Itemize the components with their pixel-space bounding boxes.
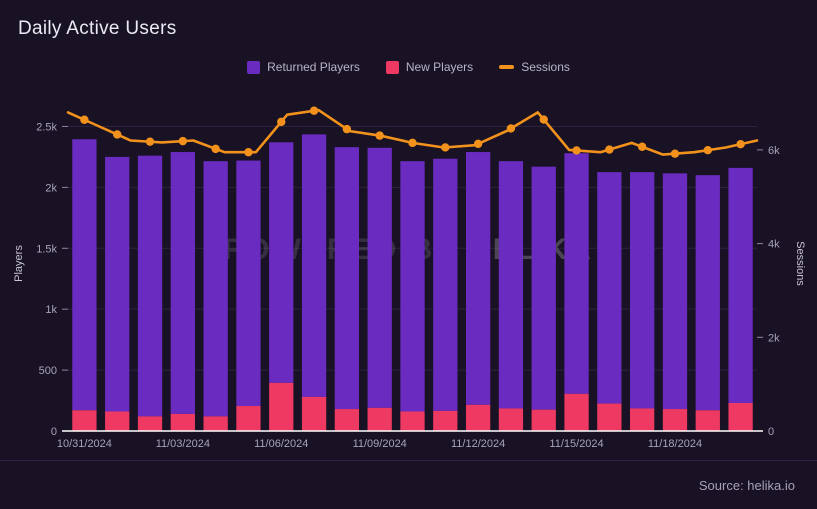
bar-returned-players[interactable] [597, 172, 622, 404]
bar-new-players[interactable] [433, 410, 458, 431]
sessions-point[interactable] [113, 130, 122, 139]
bar-returned-players[interactable] [728, 167, 753, 403]
bar-new-players[interactable] [498, 408, 524, 431]
sessions-point[interactable] [703, 146, 712, 155]
sessions-point[interactable] [473, 139, 483, 149]
bar-returned-players[interactable] [465, 152, 491, 405]
svg-text:0: 0 [768, 426, 774, 438]
sessions-point[interactable] [309, 106, 319, 115]
chart-card: Daily Active Users Returned Players New … [0, 0, 817, 509]
bar-returned-players[interactable] [137, 155, 163, 417]
bar-returned-players[interactable] [498, 161, 524, 409]
svg-text:500: 500 [39, 365, 57, 377]
bar-new-players[interactable] [564, 393, 589, 431]
bar-returned-players[interactable] [203, 161, 228, 417]
sessions-point[interactable] [342, 124, 352, 134]
bar-returned-players[interactable] [367, 147, 392, 408]
svg-text:1.5k: 1.5k [36, 243, 57, 255]
sessions-point[interactable] [637, 142, 647, 151]
bar-returned-players[interactable] [433, 158, 458, 411]
svg-text:11/06/2024: 11/06/2024 [254, 438, 308, 450]
bar-new-players[interactable] [695, 410, 720, 431]
svg-text:2k: 2k [768, 332, 780, 344]
svg-text:11/15/2024: 11/15/2024 [549, 438, 603, 450]
sessions-point[interactable] [277, 117, 286, 127]
bar-new-players[interactable] [72, 410, 97, 431]
bar-new-players[interactable] [301, 396, 327, 431]
bar-new-players[interactable] [630, 408, 655, 431]
bar-new-players[interactable] [367, 407, 392, 431]
bar-returned-players[interactable] [170, 152, 195, 414]
bar-returned-players[interactable] [564, 153, 589, 394]
bar-new-players[interactable] [170, 413, 195, 431]
bar-new-players[interactable] [203, 416, 228, 431]
bar-new-players[interactable] [531, 409, 556, 431]
sessions-point[interactable] [539, 115, 548, 124]
sessions-point[interactable] [408, 138, 417, 148]
bar-returned-players[interactable] [269, 142, 294, 383]
svg-text:11/03/2024: 11/03/2024 [156, 438, 210, 450]
bar-new-players[interactable] [597, 403, 622, 431]
sessions-point[interactable] [736, 139, 745, 149]
svg-text:6k: 6k [768, 145, 780, 157]
sessions-point[interactable] [441, 143, 450, 152]
svg-text:1k: 1k [45, 304, 57, 316]
bar-returned-players[interactable] [236, 160, 261, 407]
bar-returned-players[interactable] [531, 166, 556, 410]
bar-new-players[interactable] [334, 409, 360, 431]
bar-new-players[interactable] [137, 416, 163, 431]
svg-text:Players: Players [13, 245, 25, 282]
bar-returned-players[interactable] [400, 161, 425, 412]
sessions-point[interactable] [244, 148, 253, 157]
bar-returned-players[interactable] [301, 134, 327, 397]
bar-new-players[interactable] [400, 411, 425, 431]
sessions-point[interactable] [572, 146, 581, 155]
svg-text:11/18/2024: 11/18/2024 [648, 438, 702, 450]
sessions-point[interactable] [670, 149, 680, 158]
bar-new-players[interactable] [662, 409, 688, 431]
bar-returned-players[interactable] [630, 172, 655, 409]
sessions-point[interactable] [145, 137, 155, 146]
plot-area: POWERED BY HELIKA 05001k1.5k2k2.5k02k4k6… [0, 0, 817, 509]
svg-text:Sessions: Sessions [794, 241, 806, 286]
svg-text:10/31/2024: 10/31/2024 [57, 438, 112, 450]
sessions-point[interactable] [211, 144, 220, 154]
sessions-line [66, 108, 759, 156]
svg-text:4k: 4k [768, 239, 780, 251]
sessions-point[interactable] [178, 136, 188, 146]
sessions-point[interactable] [80, 115, 89, 124]
source-label: Source: helika.io [698, 478, 795, 493]
bar-returned-players[interactable] [695, 175, 720, 411]
bar-new-players[interactable] [236, 406, 261, 431]
bar-returned-players[interactable] [662, 173, 688, 410]
bar-returned-players[interactable] [105, 156, 130, 412]
svg-text:11/12/2024: 11/12/2024 [451, 438, 505, 450]
bar-returned-players[interactable] [72, 139, 97, 411]
bar-new-players[interactable] [269, 382, 294, 431]
footer-divider [0, 460, 817, 461]
bar-new-players[interactable] [728, 402, 753, 431]
bar-new-players[interactable] [465, 404, 491, 431]
svg-text:11/09/2024: 11/09/2024 [353, 438, 407, 450]
sessions-point[interactable] [506, 124, 516, 133]
svg-text:2.5k: 2.5k [36, 121, 57, 133]
bars-group [72, 134, 753, 431]
svg-text:0: 0 [51, 426, 57, 438]
chart-svg: POWERED BY HELIKA 05001k1.5k2k2.5k02k4k6… [13, 106, 806, 450]
svg-text:2k: 2k [45, 182, 57, 194]
sessions-line-group [66, 106, 759, 158]
sessions-point[interactable] [605, 145, 614, 154]
bar-new-players[interactable] [105, 411, 130, 431]
bar-returned-players[interactable] [334, 147, 360, 410]
sessions-point[interactable] [375, 131, 384, 140]
